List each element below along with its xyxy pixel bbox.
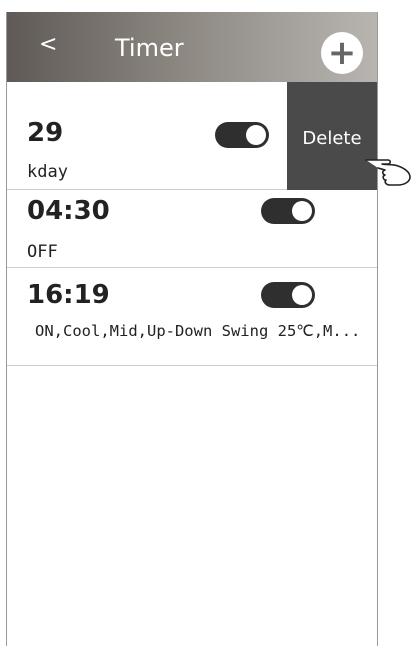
- timer-time: 29: [27, 118, 64, 148]
- toggle-knob: [292, 201, 312, 221]
- timer-screen: < Timer + 29 kday Delete 04:30 OFF 16:19…: [6, 12, 378, 646]
- timer-repeat: kday: [27, 162, 68, 182]
- timer-action: OFF: [27, 242, 58, 262]
- page-title: Timer: [115, 34, 184, 62]
- timer-toggle[interactable]: [261, 282, 315, 308]
- timer-time: 04:30: [27, 196, 110, 226]
- add-icon: +: [327, 33, 357, 73]
- header-bar: < Timer +: [7, 12, 377, 82]
- back-button[interactable]: <: [39, 32, 57, 57]
- timer-action: ON,Cool,Mid,Up-Down Swing 25℃,M...: [35, 322, 361, 340]
- toggle-knob: [292, 285, 312, 305]
- timer-toggle[interactable]: [261, 198, 315, 224]
- pointing-hand-icon: [365, 159, 411, 186]
- add-timer-button[interactable]: +: [321, 32, 363, 74]
- timer-row[interactable]: 04:30 OFF: [7, 190, 377, 268]
- timer-toggle[interactable]: [215, 122, 269, 148]
- timer-row[interactable]: 16:19 ON,Cool,Mid,Up-Down Swing 25℃,M...: [7, 268, 377, 366]
- timer-time: 16:19: [27, 280, 110, 310]
- toggle-knob: [246, 125, 266, 145]
